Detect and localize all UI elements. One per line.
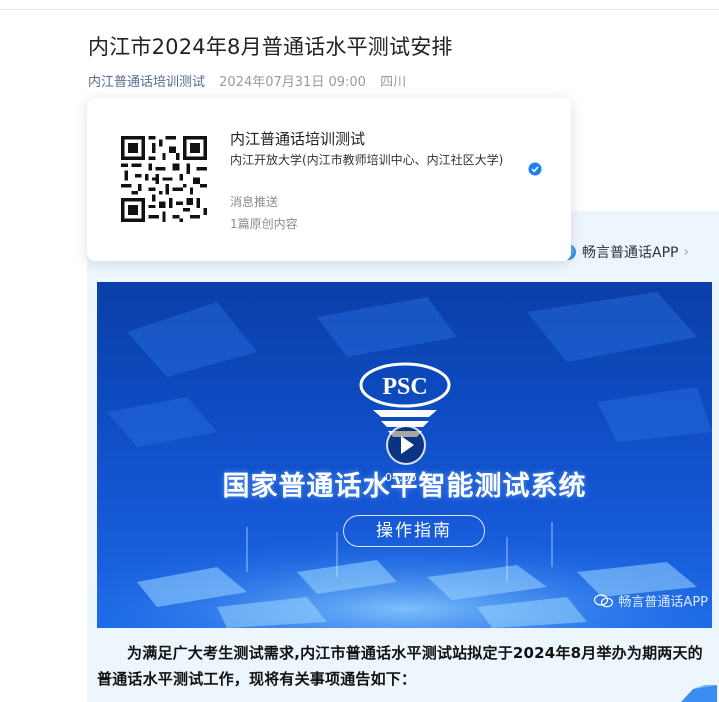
article-meta: 内江普通话培训测试 2024年07月31日 09:00 四川 (88, 71, 406, 90)
account-profile-card: 内江普通话培训测试 内江开放大学(内江市教师培训中心、内江社区大学) 消息推送 … (87, 98, 571, 261)
top-divider (0, 9, 719, 10)
watermark-text: 畅言普通话APP (618, 595, 708, 610)
card-original-count: 1篇原创内容 (230, 217, 298, 231)
video-player[interactable]: PSC 国家普通话水平智能测试系统 操作指南 04:06 畅言普通话APP (97, 282, 712, 628)
qr-code-icon (121, 136, 207, 222)
card-organization: 内江开放大学(内江市教师培训中心、内江社区大学) (230, 153, 504, 167)
play-button-icon[interactable] (386, 425, 426, 465)
account-name-link[interactable]: 内江普通话培训测试 (88, 75, 205, 90)
app-link[interactable]: 畅言普通话APP › (560, 240, 689, 264)
video-watermark: 畅言普通话APP (594, 591, 708, 610)
article-paragraph: 为满足广大考生测试需求,内江市普通话水平测试站拟定于2024年8月举办为期两天的… (97, 644, 703, 688)
decorative-corner-shape (681, 685, 717, 702)
verified-badge-icon (528, 162, 542, 176)
app-link-label: 畅言普通话APP (582, 245, 679, 261)
card-push-label: 消息推送 (230, 195, 279, 209)
operation-guide-button[interactable]: 操作指南 (343, 515, 485, 547)
article-title: 内江市2024年8月普通话水平测试安排 (88, 35, 453, 59)
chevron-right-icon: › (683, 244, 690, 260)
psc-logo-text: PSC (382, 374, 427, 400)
publish-time: 2024年07月31日 09:00 (219, 75, 366, 90)
card-account-name: 内江普通话培训测试 (230, 130, 366, 148)
wechat-icon (594, 593, 614, 607)
video-duration: 04:06 (385, 471, 417, 484)
publish-location: 四川 (380, 75, 407, 90)
